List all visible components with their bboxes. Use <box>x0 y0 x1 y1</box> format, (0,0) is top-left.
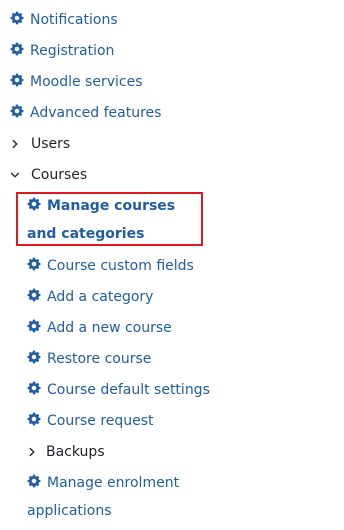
nav-item-course-request[interactable]: Course request <box>27 407 154 435</box>
nav-item-label: Course request <box>47 413 154 429</box>
nav-item-backups[interactable]: Backups <box>27 438 105 466</box>
gear-icon <box>27 197 41 211</box>
gear-icon <box>10 42 24 56</box>
gear-icon <box>27 319 41 333</box>
nav-item-label: Advanced features <box>30 105 162 121</box>
nav-item-label: Add a new course <box>47 320 172 336</box>
gear-icon <box>10 73 24 87</box>
nav-item-label: Registration <box>30 43 115 59</box>
gear-icon <box>27 257 41 271</box>
chevron-down-icon[interactable] <box>10 170 20 180</box>
nav-item-label: Users <box>31 136 71 152</box>
gear-icon <box>27 288 41 302</box>
nav-item-manage-courses-and-categories[interactable]: Manage courses and categories <box>27 192 203 248</box>
gear-icon <box>10 104 24 118</box>
nav-item-course-custom-fields[interactable]: Course custom fields <box>27 252 194 280</box>
nav-item-registration[interactable]: Registration <box>10 37 114 65</box>
nav-item-restore-course[interactable]: Restore course <box>27 345 151 373</box>
chevron-right-icon[interactable] <box>10 139 20 149</box>
nav-item-label: Course custom fields <box>47 258 194 274</box>
site-admin-nav-tree: Notifications Registration Moodle servic… <box>0 0 344 530</box>
nav-item-advanced-features[interactable]: Advanced features <box>10 99 161 127</box>
gear-icon <box>10 11 24 25</box>
nav-item-label: Course default settings <box>47 382 210 398</box>
gear-icon <box>27 381 41 395</box>
nav-item-label: Manage enrolment applications <box>27 475 180 519</box>
nav-item-label: Notifications <box>30 12 118 28</box>
nav-item-label: Moodle services <box>30 74 143 90</box>
nav-item-notifications[interactable]: Notifications <box>10 6 118 34</box>
gear-icon <box>27 350 41 364</box>
nav-item-add-a-category[interactable]: Add a category <box>27 283 153 311</box>
gear-icon <box>27 474 41 488</box>
nav-item-manage-enrolment-applications[interactable]: Manage enrolment applications <box>27 469 197 525</box>
nav-item-users[interactable]: Users <box>10 130 70 158</box>
chevron-right-icon[interactable] <box>27 447 37 457</box>
nav-item-label: Backups <box>46 444 105 460</box>
nav-item-courses[interactable]: Courses <box>10 161 87 189</box>
nav-item-label: Courses <box>31 167 88 183</box>
nav-item-course-default-settings[interactable]: Course default settings <box>27 376 210 404</box>
nav-item-label: Manage courses and categories <box>27 198 176 242</box>
nav-item-label: Restore course <box>47 351 152 367</box>
nav-item-label: Add a category <box>47 289 154 305</box>
gear-icon <box>27 412 41 426</box>
nav-item-moodle-services[interactable]: Moodle services <box>10 68 143 96</box>
nav-item-add-a-new-course[interactable]: Add a new course <box>27 314 172 342</box>
